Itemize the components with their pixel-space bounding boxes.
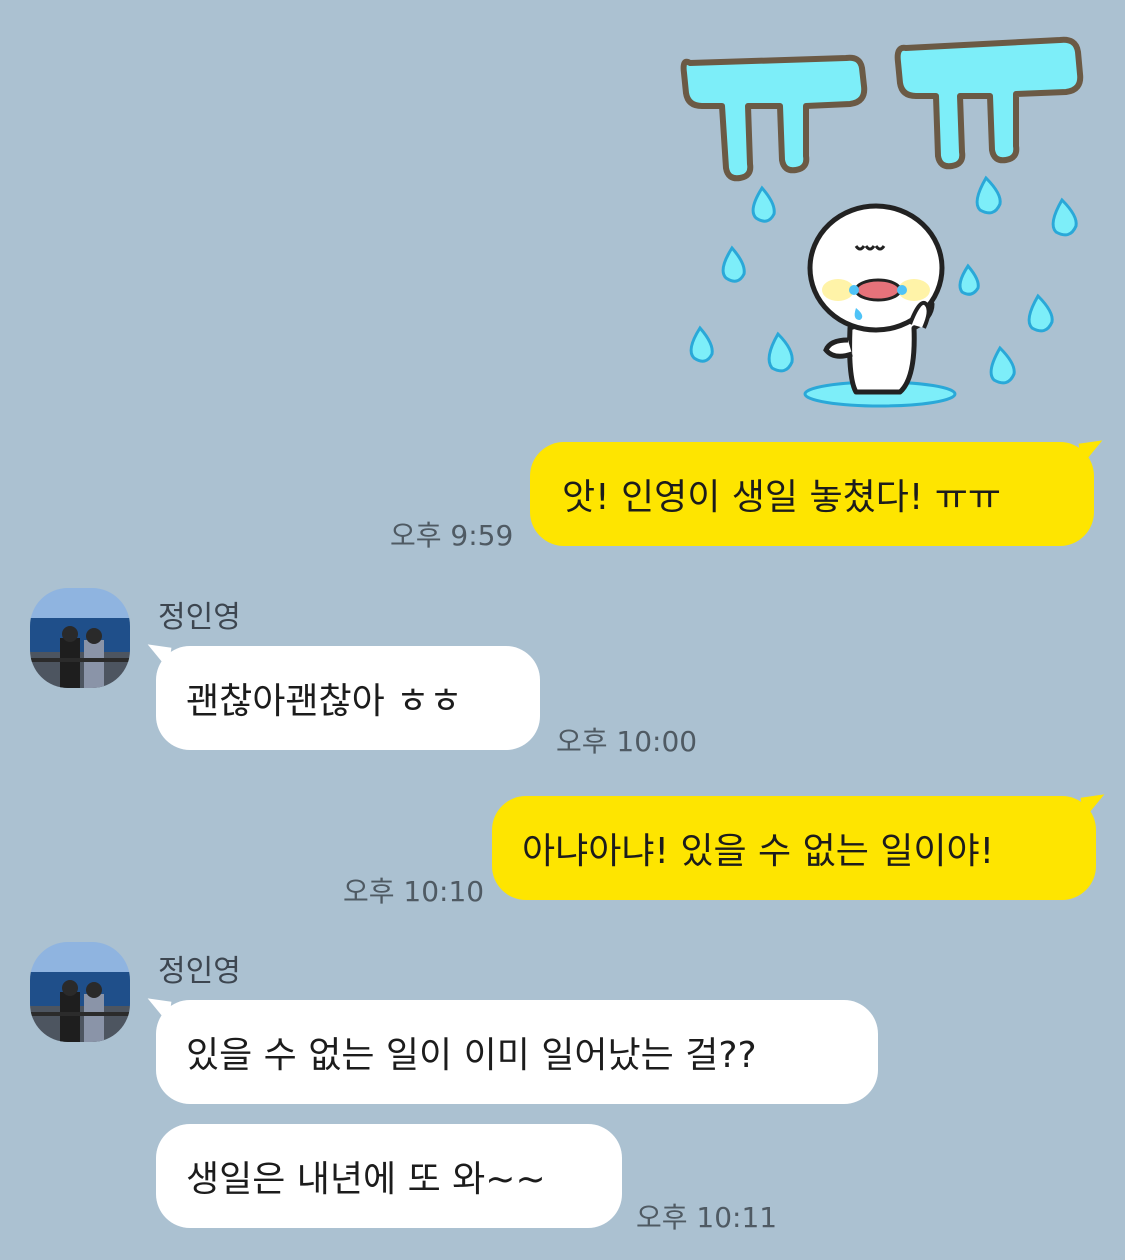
message-text: 앗! 인영이 생일 놓쳤다! ㅠㅠ — [562, 477, 1001, 518]
crying-character-icon — [680, 36, 1084, 408]
their-message-bubble[interactable]: 생일은 내년에 또 와~~ — [156, 1124, 622, 1228]
sender-name: 정인영 — [158, 600, 241, 635]
bubble-tail — [1078, 440, 1106, 466]
chat-area[interactable]: 오후 9:59 앗! 인영이 생일 놓쳤다! ㅠㅠ 정인영 괜찮아괜찮아 ㅎㅎ … — [0, 0, 1125, 1260]
avatar[interactable] — [30, 588, 130, 688]
message-time: 오후 10:11 — [636, 1201, 778, 1234]
message-text: 있을 수 없는 일이 이미 일어났는 걸?? — [186, 1035, 757, 1076]
their-message-bubble[interactable]: 있을 수 없는 일이 이미 일어났는 걸?? — [156, 1000, 878, 1104]
message-text: 아냐아냐! 있을 수 없는 일이야! — [522, 831, 995, 872]
message-time: 오후 9:59 — [390, 519, 514, 552]
avatar[interactable] — [30, 942, 130, 1042]
message-text: 괜찮아괜찮아 ㅎㅎ — [186, 681, 463, 722]
their-message-bubble[interactable]: 괜찮아괜찮아 ㅎㅎ — [156, 646, 540, 750]
message-time: 오후 10:10 — [343, 875, 485, 908]
my-message-bubble[interactable]: 앗! 인영이 생일 놓쳤다! ㅠㅠ — [530, 442, 1094, 546]
my-message-bubble[interactable]: 아냐아냐! 있을 수 없는 일이야! — [492, 796, 1096, 900]
profile-photo-icon — [30, 942, 130, 1042]
bubble-tail — [144, 644, 172, 670]
profile-photo-icon — [30, 588, 130, 688]
sender-name: 정인영 — [158, 954, 241, 989]
crying-sticker[interactable] — [670, 28, 1100, 418]
message-time: 오후 10:00 — [556, 725, 698, 758]
bubble-tail — [1080, 794, 1108, 820]
bubble-tail — [144, 998, 172, 1024]
message-text: 생일은 내년에 또 와~~ — [186, 1159, 546, 1200]
